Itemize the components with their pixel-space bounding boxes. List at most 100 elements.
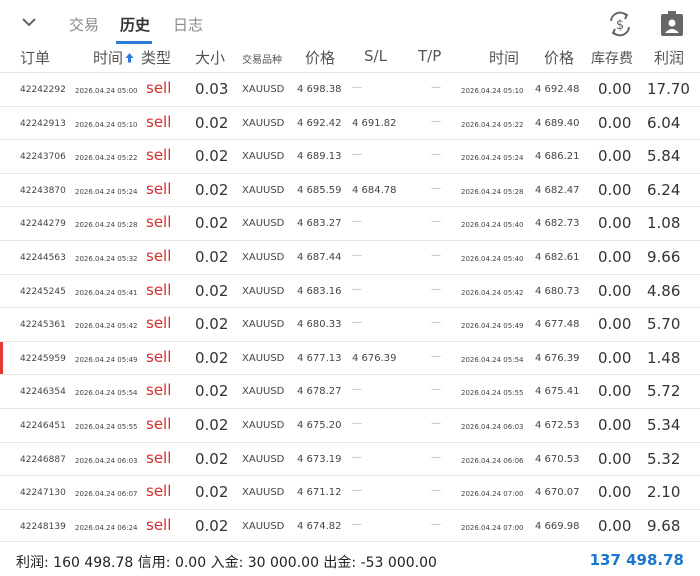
table-row[interactable]: 42242913 2026.04.24 05:10 sell 0.02 XAUU… xyxy=(0,105,700,141)
col-price[interactable]: 价格 xyxy=(305,47,335,68)
close-time: 2026.04.24 07:00 xyxy=(461,523,524,532)
order-id: 42242913 xyxy=(20,118,66,129)
open-time: 2026.04.24 05:22 xyxy=(75,154,138,163)
column-header: 订单 时间 类型 大小 交易品种 价格 S/L T/P 时间 价格 库存费 利润 xyxy=(0,44,700,70)
table-row[interactable]: 42245361 2026.04.24 05:42 sell 0.02 XAUU… xyxy=(0,307,700,342)
volume: 0.02 xyxy=(195,348,229,367)
table-row[interactable]: 42246887 2026.04.24 06:03 sell 0.02 XAUU… xyxy=(0,441,700,477)
trade-type: sell xyxy=(146,448,172,467)
order-id: 42246354 xyxy=(20,387,66,398)
tab-journal[interactable]: 日志 xyxy=(173,14,203,35)
table-row[interactable]: 42245959 2026.04.24 05:49 sell 0.02 XAUU… xyxy=(0,340,700,376)
order-id: 42247130 xyxy=(20,488,66,499)
summary-footer: 利润: 160 498.78 信用: 0.00 入金: 30 000.00 出金… xyxy=(0,541,700,576)
symbol: XAUUSD xyxy=(242,117,285,129)
profit: 1.08 xyxy=(647,214,681,233)
close-time: 2026.04.24 05:49 xyxy=(461,322,524,331)
take-profit: — xyxy=(431,451,441,463)
tab-trade[interactable]: 交易 xyxy=(69,14,99,35)
col-tp[interactable]: T/P xyxy=(418,47,441,65)
take-profit: — xyxy=(431,350,441,362)
clipboard-person-icon[interactable] xyxy=(658,10,686,38)
take-profit: — xyxy=(431,384,441,396)
trade-type: sell xyxy=(146,347,172,366)
col-profit[interactable]: 利润 xyxy=(654,47,684,68)
chevron-down-icon[interactable] xyxy=(20,15,38,29)
trade-type: sell xyxy=(146,482,172,501)
dollar-refresh-icon[interactable]: $ xyxy=(606,10,634,38)
swap: 0.00 xyxy=(598,180,632,199)
order-id: 42245245 xyxy=(20,286,66,297)
table-row[interactable]: 42242292 2026.04.24 05:00 sell 0.03 XAUU… xyxy=(0,72,700,107)
col-symbol[interactable]: 交易品种 xyxy=(242,51,282,66)
tab-history[interactable]: 历史 xyxy=(120,14,150,35)
open-time: 2026.04.24 06:03 xyxy=(75,456,138,465)
open-price: 4 673.19 xyxy=(297,453,342,465)
open-time: 2026.04.24 05:24 xyxy=(75,187,138,196)
table-row[interactable]: 42244279 2026.04.24 05:28 sell 0.02 XAUU… xyxy=(0,206,700,241)
col-sl[interactable]: S/L xyxy=(364,47,387,65)
table-row[interactable]: 42247130 2026.04.24 06:07 sell 0.02 XAUU… xyxy=(0,475,700,510)
table-row[interactable]: 42244563 2026.04.24 05:32 sell 0.02 XAUU… xyxy=(0,240,700,275)
balance-total: 137 498.78 xyxy=(589,551,684,569)
col-order[interactable]: 订单 xyxy=(20,47,50,68)
stop-loss: — xyxy=(352,250,362,261)
close-price: 4 680.73 xyxy=(535,285,580,297)
swap: 0.00 xyxy=(598,113,632,132)
swap: 0.00 xyxy=(598,449,632,468)
table-row[interactable]: 42248139 2026.04.24 06:24 sell 0.02 XAUU… xyxy=(0,508,700,544)
swap: 0.00 xyxy=(598,281,632,300)
col-time[interactable]: 时间 xyxy=(93,47,134,68)
symbol: XAUUSD xyxy=(242,453,285,465)
close-time: 2026.04.24 05:24 xyxy=(461,154,524,163)
close-price: 4 677.48 xyxy=(535,319,580,331)
profit: 17.70 xyxy=(647,80,690,98)
close-time: 2026.04.24 05:55 xyxy=(461,389,524,398)
volume: 0.02 xyxy=(195,416,229,434)
close-time: 2026.04.24 05:40 xyxy=(461,255,524,263)
open-price: 4 674.82 xyxy=(297,520,342,532)
open-time: 2026.04.24 06:07 xyxy=(75,490,138,499)
table-row[interactable]: 42243870 2026.04.24 05:24 sell 0.02 XAUU… xyxy=(0,172,700,208)
close-time: 2026.04.24 05:28 xyxy=(461,187,524,196)
swap: 0.00 xyxy=(598,516,632,535)
volume: 0.02 xyxy=(195,113,229,132)
table-row[interactable]: 42246451 2026.04.24 05:55 sell 0.02 XAUU… xyxy=(0,408,700,443)
table-row[interactable]: 42245245 2026.04.24 05:41 sell 0.02 XAUU… xyxy=(0,273,700,309)
open-time: 2026.04.24 05:00 xyxy=(75,87,138,95)
take-profit: — xyxy=(431,149,441,161)
col-close-price[interactable]: 价格 xyxy=(544,47,574,68)
profit: 6.04 xyxy=(647,113,681,132)
trade-type: sell xyxy=(146,381,172,400)
col-close-time[interactable]: 时间 xyxy=(489,47,519,68)
table-row[interactable]: 42246354 2026.04.24 05:54 sell 0.02 XAUU… xyxy=(0,374,700,409)
close-time: 2026.04.24 05:22 xyxy=(461,120,524,129)
symbol: XAUUSD xyxy=(242,352,285,364)
table-row[interactable]: 42243706 2026.04.24 05:22 sell 0.02 XAUU… xyxy=(0,139,700,174)
sort-up-arrow-icon xyxy=(125,53,134,63)
col-volume[interactable]: 大小 xyxy=(195,47,225,68)
trade-type: sell xyxy=(146,314,172,333)
col-type[interactable]: 类型 xyxy=(141,47,171,68)
close-price: 4 670.53 xyxy=(535,453,580,465)
symbol: XAUUSD xyxy=(242,218,285,230)
symbol: XAUUSD xyxy=(242,420,285,431)
stop-loss: 4 684.78 xyxy=(352,184,397,196)
open-price: 4 683.16 xyxy=(297,285,342,297)
col-swap[interactable]: 库存费 xyxy=(591,48,633,68)
symbol: XAUUSD xyxy=(242,285,285,297)
volume: 0.02 xyxy=(195,147,229,166)
profit: 2.10 xyxy=(647,483,681,502)
symbol: XAUUSD xyxy=(242,487,285,499)
trade-type: sell xyxy=(146,112,172,131)
symbol: XAUUSD xyxy=(242,84,285,95)
take-profit: — xyxy=(431,182,441,194)
stop-loss: — xyxy=(352,384,362,396)
close-time: 2026.04.24 05:54 xyxy=(461,355,524,364)
stop-loss: 4 676.39 xyxy=(352,352,397,364)
open-price: 4 677.13 xyxy=(297,352,342,364)
swap: 0.00 xyxy=(598,214,632,233)
swap: 0.00 xyxy=(598,382,632,401)
volume: 0.02 xyxy=(195,315,229,334)
open-price: 4 671.12 xyxy=(297,487,342,499)
